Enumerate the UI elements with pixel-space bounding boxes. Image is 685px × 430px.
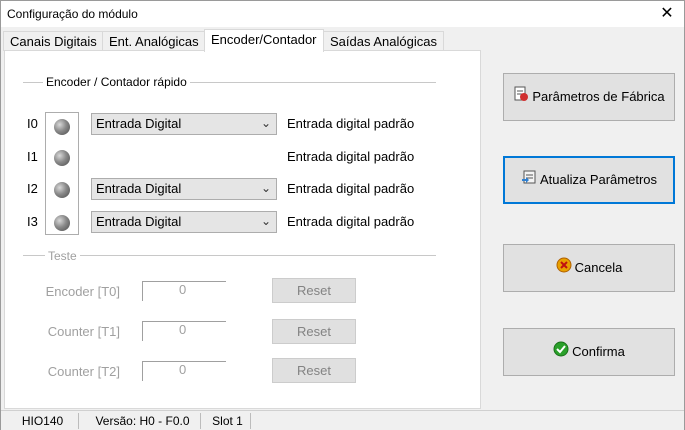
- cancel-icon: [556, 246, 572, 292]
- input-label-i3: I3: [27, 214, 38, 229]
- status-slot: Slot 1: [205, 413, 251, 429]
- reset-button-t2[interactable]: Reset: [272, 358, 356, 383]
- close-button[interactable]: ✕: [650, 1, 684, 27]
- mode-select-i0[interactable]: Entrada Digital ⌄: [91, 113, 277, 135]
- led-i1-icon: [54, 150, 70, 166]
- update-params-button[interactable]: Atualiza Parâmetros: [503, 156, 675, 204]
- confirm-label: Confirma: [572, 344, 625, 359]
- config-dialog: Configuração do módulo ✕ Canais Digitais…: [0, 0, 685, 430]
- chevron-down-icon: ⌄: [260, 181, 271, 195]
- status-module: HIO140: [7, 413, 79, 429]
- update-params-icon: [521, 159, 537, 203]
- reset-button-t0[interactable]: Reset: [272, 278, 356, 303]
- input-desc-i0: Entrada digital padrão: [287, 116, 415, 131]
- input-desc-i1: Entrada digital padrão: [287, 149, 415, 164]
- mode-select-i3-value: Entrada Digital: [96, 214, 182, 229]
- led-i3-icon: [54, 215, 70, 231]
- input-label-i0: I0: [27, 116, 38, 131]
- confirm-button[interactable]: Confirma: [503, 328, 675, 376]
- input-label-i1: I1: [27, 149, 38, 164]
- led-indicator-panel: [45, 112, 79, 235]
- chevron-down-icon: ⌄: [260, 214, 271, 228]
- test-label-t1: Counter [T1]: [47, 324, 120, 339]
- factory-params-button[interactable]: Parâmetros de Fábrica: [503, 73, 675, 121]
- led-i0-icon: [54, 119, 70, 135]
- tab-saidas-analogicas[interactable]: Saídas Analógicas: [323, 31, 444, 51]
- cancel-button[interactable]: Cancela: [503, 244, 675, 292]
- led-i2-icon: [54, 182, 70, 198]
- mode-select-i2-value: Entrada Digital: [96, 181, 182, 196]
- mode-select-i0-value: Entrada Digital: [96, 116, 182, 131]
- chevron-down-icon: ⌄: [260, 116, 271, 130]
- tab-ent-analogicas[interactable]: Ent. Analógicas: [102, 31, 206, 51]
- window-title: Configuração do módulo: [7, 7, 138, 21]
- test-value-t2: 0: [142, 361, 226, 381]
- tab-encoder-contador[interactable]: Encoder/Contador: [204, 29, 324, 52]
- factory-params-label: Parâmetros de Fábrica: [532, 89, 665, 104]
- cancel-label: Cancela: [574, 260, 623, 275]
- status-version: Versão: H0 - F0.0: [85, 413, 201, 429]
- status-bar: HIO140 Versão: H0 - F0.0 Slot 1: [1, 410, 684, 430]
- mode-select-i3[interactable]: Entrada Digital ⌄: [91, 211, 277, 233]
- mode-select-i2[interactable]: Entrada Digital ⌄: [91, 178, 277, 200]
- test-label-t2: Counter [T2]: [47, 364, 120, 379]
- factory-reset-icon: [513, 75, 529, 121]
- encoder-group-title: Encoder / Contador rápido: [43, 75, 190, 89]
- test-value-t1: 0: [142, 321, 226, 341]
- test-label-t0: Encoder [T0]: [45, 284, 120, 299]
- input-desc-i2: Entrada digital padrão: [287, 181, 415, 196]
- update-params-label: Atualiza Parâmetros: [539, 172, 658, 187]
- confirm-icon: [553, 330, 569, 376]
- test-group-title: Teste: [45, 249, 80, 263]
- test-group-line: [23, 255, 436, 256]
- tab-canais-digitais[interactable]: Canais Digitais: [3, 31, 104, 51]
- title-bar: Configuração do módulo ✕: [1, 1, 684, 27]
- input-desc-i3: Entrada digital padrão: [287, 214, 415, 229]
- reset-button-t1[interactable]: Reset: [272, 319, 356, 344]
- input-label-i2: I2: [27, 181, 38, 196]
- test-value-t0: 0: [142, 281, 226, 301]
